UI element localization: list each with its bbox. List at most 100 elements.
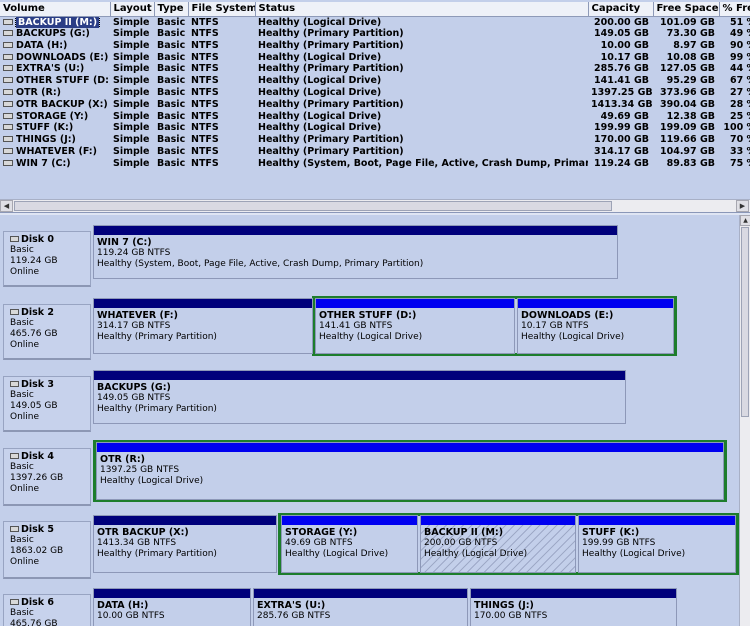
partition-size: 199.99 GB NTFS xyxy=(582,538,656,548)
partition-size: 200.00 GB NTFS xyxy=(424,538,498,548)
partition-block[interactable]: DATA (H:) 10.00 GB NTFS xyxy=(93,588,251,626)
partition-block[interactable]: OTR (R:) 1397.25 GB NTFS Healthy (Logical … xyxy=(96,442,724,500)
volume-name: BACKUPS (G:) xyxy=(16,28,90,40)
volume-row[interactable]: BACKUP II (M:) Simple Basic NTFS Healthy (Lo… xyxy=(0,16,750,28)
percent-free-cell: 51 % xyxy=(729,16,750,28)
disk-info[interactable]: Disk 0 Basic 119.24 GB Online xyxy=(3,231,91,287)
partition-block[interactable]: BACKUP II (M:) 200.00 GB NTFS Healthy (Log… xyxy=(420,515,576,573)
disk-icon xyxy=(10,381,19,387)
volume-name: WIN 7 (C:) xyxy=(16,157,71,169)
volume-row[interactable]: EXTRA'S (U:) Simple Basic NTFS Healthy (Prim… xyxy=(0,63,750,75)
layout-cell: Simple xyxy=(113,51,150,63)
disk-info[interactable]: Disk 6 Basic 465.76 GB xyxy=(3,594,91,626)
volume-icon xyxy=(3,136,13,143)
disk-title: Disk 4 xyxy=(10,451,87,462)
status-cell: Healthy (Primary Partition) xyxy=(258,134,404,146)
horizontal-scrollbar[interactable]: ◀ ▶ xyxy=(0,199,750,212)
volume-name-cell: STORAGE (Y:) xyxy=(0,110,110,122)
scroll-right-icon[interactable]: ▶ xyxy=(736,200,749,212)
type-cell: Basic xyxy=(157,110,186,122)
capacity-cell: 200.00 GB xyxy=(593,16,649,28)
partition-block[interactable]: EXTRA'S (U:) 285.76 GB NTFS xyxy=(253,588,468,626)
disk-type: Basic xyxy=(10,245,34,255)
volume-row[interactable]: OTR (R:) Simple Basic NTFS Healthy (Logical … xyxy=(0,87,750,99)
volume-name: EXTRA'S (U:) xyxy=(16,63,85,75)
column-header-type[interactable]: Type xyxy=(154,2,189,17)
column-header-status[interactable]: Status xyxy=(255,2,589,17)
partition-block[interactable]: OTR BACKUP (X:) 1413.34 GB NTFS Healthy (P… xyxy=(93,515,277,573)
column-header-free-space[interactable]: Free Space xyxy=(653,2,720,17)
free-space-cell: 73.30 GB xyxy=(666,28,715,40)
partition-block[interactable]: STORAGE (Y:) 49.69 GB NTFS Healthy (Logica… xyxy=(281,515,418,573)
horizontal-scroll-thumb[interactable] xyxy=(14,201,612,211)
disk-row: Disk 2 Basic 465.76 GB Online WHATEVER (F:) 3… xyxy=(0,296,739,364)
status-cell: Healthy (Primary Partition) xyxy=(258,39,404,51)
logical-drive-bar xyxy=(316,299,514,308)
percent-free-cell: 33 % xyxy=(729,145,750,157)
logical-drive-bar xyxy=(421,516,575,525)
volume-name: OTR BACKUP (X:) xyxy=(16,98,108,110)
volume-row[interactable]: STORAGE (Y:) Simple Basic NTFS Healthy (Logi… xyxy=(0,110,750,122)
capacity-cell: 149.05 GB xyxy=(593,28,649,40)
percent-free-cell: 90 % xyxy=(729,39,750,51)
disk-title: Disk 0 xyxy=(10,234,87,245)
primary-partition-bar xyxy=(94,516,276,525)
status-cell: Healthy (Logical Drive) xyxy=(258,16,382,28)
partition-block[interactable]: STUFF (K:) 199.99 GB NTFS Healthy (Logical… xyxy=(578,515,736,573)
partition-size: 1397.25 GB NTFS xyxy=(100,465,180,475)
partition-size: 10.17 GB NTFS xyxy=(521,321,589,331)
type-cell: Basic xyxy=(157,63,186,75)
disk-type: Basic xyxy=(10,535,34,545)
column-header-layout[interactable]: Layout xyxy=(110,2,155,17)
scroll-left-icon[interactable]: ◀ xyxy=(0,200,13,212)
free-space-cell: 95.29 GB xyxy=(666,75,715,87)
partition-block[interactable]: BACKUPS (G:) 149.05 GB NTFS Healthy (Prima… xyxy=(93,370,626,424)
logical-drive-bar xyxy=(282,516,417,525)
disk-row: Disk 6 Basic 465.76 GB DATA (H:) 10.00 GB NT… xyxy=(0,586,739,626)
partition-block[interactable]: THINGS (J:) 170.00 GB NTFS xyxy=(470,588,677,626)
volume-row[interactable]: DOWNLOADS (E:) Simple Basic NTFS Healthy (Lo… xyxy=(0,51,750,63)
disk-info[interactable]: Disk 4 Basic 1397.26 GB Online xyxy=(3,448,91,506)
disk-state: Online xyxy=(10,412,40,422)
partition-block[interactable]: DOWNLOADS (E:) 10.17 GB NTFS Healthy (Logi… xyxy=(517,298,674,354)
status-cell: Healthy (Logical Drive) xyxy=(258,75,382,87)
volume-row[interactable]: WHATEVER (F:) Simple Basic NTFS Healthy (Pri… xyxy=(0,145,750,157)
column-header-percent-free[interactable]: % Fre xyxy=(719,2,750,17)
partition-block[interactable]: OTHER STUFF (D:) 141.41 GB NTFS Healthy (L… xyxy=(315,298,515,354)
layout-cell: Simple xyxy=(113,75,150,87)
disk-info[interactable]: Disk 2 Basic 465.76 GB Online xyxy=(3,304,91,360)
column-header-capacity[interactable]: Capacity xyxy=(588,2,654,17)
file-system-cell: NTFS xyxy=(191,75,219,87)
partition-name: STUFF (K:) xyxy=(582,527,640,538)
partition-name: BACKUPS (G:) xyxy=(97,382,171,393)
volume-name: BACKUP II (M:) xyxy=(14,16,101,28)
volume-row[interactable]: OTHER STUFF (D:) Simple Basic NTFS Healthy (… xyxy=(0,75,750,87)
volume-row[interactable]: STUFF (K:) Simple Basic NTFS Healthy (Logica… xyxy=(0,122,750,134)
disk-info[interactable]: Disk 5 Basic 1863.02 GB Online xyxy=(3,521,91,579)
volume-icon xyxy=(3,112,13,119)
partition-block[interactable]: WIN 7 (C:) 119.24 GB NTFS Healthy (System,… xyxy=(93,225,618,279)
volume-row[interactable]: THINGS (J:) Simple Basic NTFS Healthy (Prima… xyxy=(0,134,750,146)
file-system-cell: NTFS xyxy=(191,98,219,110)
partition-status: Healthy (Primary Partition) xyxy=(97,404,217,414)
volume-row[interactable]: WIN 7 (C:) Simple Basic NTFS Healthy (System… xyxy=(0,157,750,169)
vertical-scrollbar[interactable]: ▲ xyxy=(739,215,750,626)
volume-row[interactable]: BACKUPS (G:) Simple Basic NTFS Healthy (Prim… xyxy=(0,28,750,40)
layout-cell: Simple xyxy=(113,157,150,169)
logical-drive-bar xyxy=(579,516,735,525)
volume-row[interactable]: OTR BACKUP (X:) Simple Basic NTFS Healthy (P… xyxy=(0,98,750,110)
volume-name-cell: THINGS (J:) xyxy=(0,134,110,146)
vertical-scroll-thumb[interactable] xyxy=(741,227,749,417)
status-cell: Healthy (Primary Partition) xyxy=(258,145,404,157)
disk-row: Disk 3 Basic 149.05 GB Online BACKUPS (G:) 14… xyxy=(0,368,739,436)
disk-title: Disk 6 xyxy=(10,597,87,608)
partition-block[interactable]: WHATEVER (F:) 314.17 GB NTFS Healthy (Prim… xyxy=(93,298,313,354)
type-cell: Basic xyxy=(157,39,186,51)
disk-info[interactable]: Disk 3 Basic 149.05 GB Online xyxy=(3,376,91,432)
column-header-file-system[interactable]: File System xyxy=(188,2,256,17)
volume-table: Volume Layout Type File System Status Ca… xyxy=(0,2,750,169)
volume-row[interactable]: DATA (H:) Simple Basic NTFS Healthy (Primary… xyxy=(0,40,750,52)
scroll-up-icon[interactable]: ▲ xyxy=(740,215,750,226)
column-header-volume[interactable]: Volume xyxy=(0,2,111,17)
disk-icon xyxy=(10,599,19,605)
